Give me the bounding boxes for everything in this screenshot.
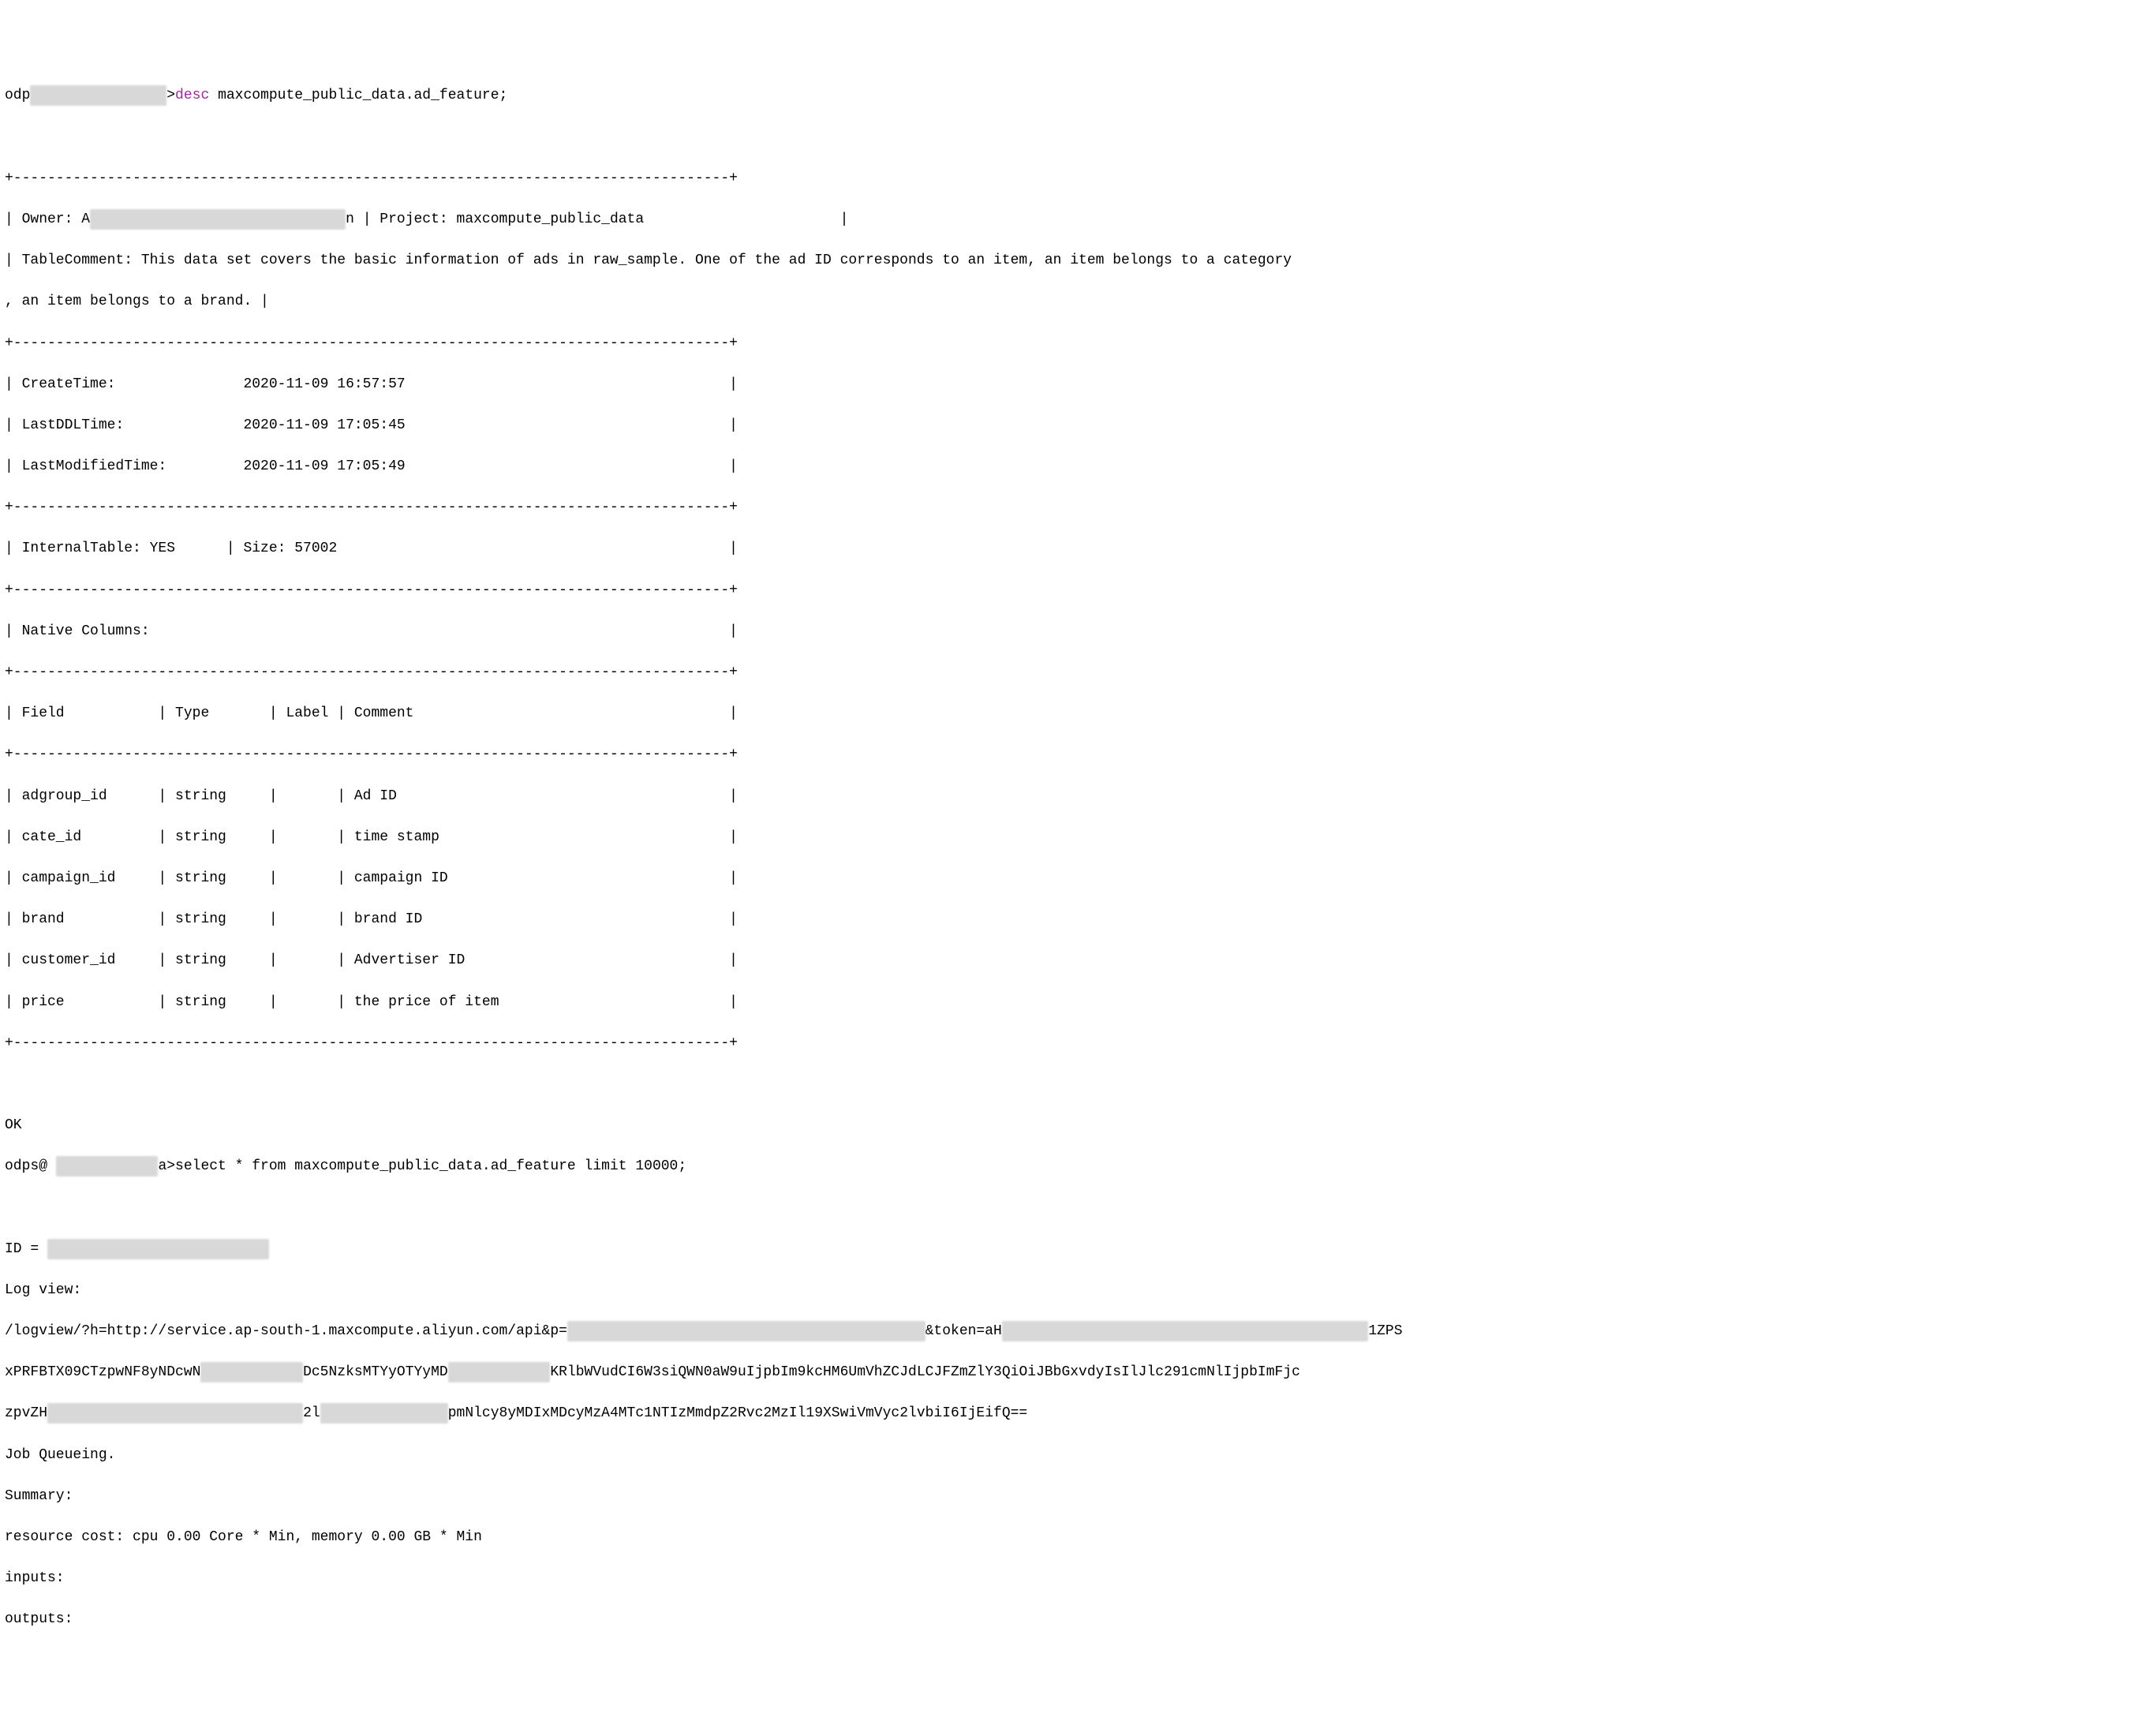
summary-line: Summary:	[5, 1486, 2130, 1506]
table-row: | campaign_id | string | | campaign ID |	[5, 868, 2130, 889]
nativecolumns-line: | Native Columns: |	[5, 621, 2130, 642]
prompt1-gt: >	[166, 88, 175, 103]
logview-line3: zpvZHxxxxxxxxxxxxxxxxxxxxxxxxxxxxxx2lxxx…	[5, 1403, 2130, 1424]
id-line: ID = xxxxxxxxxxxxxxxxxxxxxxxxxx	[5, 1239, 2130, 1259]
tablecomment-line1: | TableComment: This data set covers the…	[5, 250, 2130, 271]
prompt1-redacted: xxxxxxxxxxxxxxxx	[30, 85, 166, 106]
table-row: | adgroup_id | string | | Ad ID |	[5, 786, 2130, 806]
table-row: | cate_id | string | | time stamp |	[5, 827, 2130, 847]
prompt-line-2[interactable]: odps@ xxxxxxxxxxxxa>select * from maxcom…	[5, 1156, 2130, 1177]
table-row: | brand | string | | brand ID |	[5, 909, 2130, 930]
prompt1-prefix: odp	[5, 88, 30, 103]
id-redacted: xxxxxxxxxxxxxxxxxxxxxxxxxx	[47, 1239, 269, 1259]
owner-line: | Owner: Axxxxxxxxxxxxxxxxxxxxxxxxxxxxxx…	[5, 209, 2130, 230]
logview-line2: xPRFBTX09CTzpwNF8yNDcwNxxxxxxxxxxxxDc5Nz…	[5, 1362, 2130, 1382]
desc-arg: maxcompute_public_data.ad_feature;	[209, 88, 507, 103]
logview-line1: /logview/?h=http://service.ap-south-1.ma…	[5, 1321, 2130, 1341]
id-prefix: ID =	[5, 1241, 47, 1257]
tablecomment-line2: , an item belongs to a brand. |	[5, 291, 2130, 312]
divider: +---------------------------------------…	[5, 662, 2130, 683]
table-row: | customer_id | string | | Advertiser ID…	[5, 950, 2130, 971]
blank-line	[5, 127, 2130, 148]
divider: +---------------------------------------…	[5, 168, 2130, 189]
createtime-line: | CreateTime: 2020-11-09 16:57:57 |	[5, 374, 2130, 395]
divider: +---------------------------------------…	[5, 1033, 2130, 1053]
logview-label: Log view:	[5, 1280, 2130, 1300]
internaltable-line: | InternalTable: YES | Size: 57002 |	[5, 538, 2130, 559]
prompt2-redacted: xxxxxxxxxxxx	[56, 1156, 159, 1177]
outputs-line: outputs:	[5, 1609, 2130, 1629]
ok-line: OK	[5, 1115, 2130, 1136]
lastddl-line: | LastDDLTime: 2020-11-09 17:05:45 |	[5, 415, 2130, 436]
prompt2-rest: a>select * from maxcompute_public_data.a…	[158, 1158, 686, 1174]
blank-line	[5, 1197, 2130, 1218]
blank-line	[5, 1074, 2130, 1094]
divider: +---------------------------------------…	[5, 744, 2130, 765]
inputs-line: inputs:	[5, 1568, 2130, 1588]
owner-prefix: | Owner: A	[5, 211, 90, 227]
table-row: | price | string | | the price of item |	[5, 992, 2130, 1012]
prompt2-prefix: odps@	[5, 1158, 56, 1174]
owner-rest: n | Project: maxcompute_public_data |	[346, 211, 848, 227]
divider: +---------------------------------------…	[5, 333, 2130, 354]
divider: +---------------------------------------…	[5, 580, 2130, 600]
owner-redacted: xxxxxxxxxxxxxxxxxxxxxxxxxxxxxx	[90, 209, 346, 230]
divider: +---------------------------------------…	[5, 497, 2130, 518]
prompt-line-1[interactable]: odpxxxxxxxxxxxxxxxx>desc maxcompute_publ…	[5, 85, 2130, 106]
lastmodified-line: | LastModifiedTime: 2020-11-09 17:05:49 …	[5, 456, 2130, 477]
column-header: | Field | Type | Label | Comment |	[5, 703, 2130, 724]
resourcecost-line: resource cost: cpu 0.00 Core * Min, memo…	[5, 1527, 2130, 1547]
jobqueue-line: Job Queueing.	[5, 1445, 2130, 1465]
desc-keyword: desc	[175, 88, 209, 103]
